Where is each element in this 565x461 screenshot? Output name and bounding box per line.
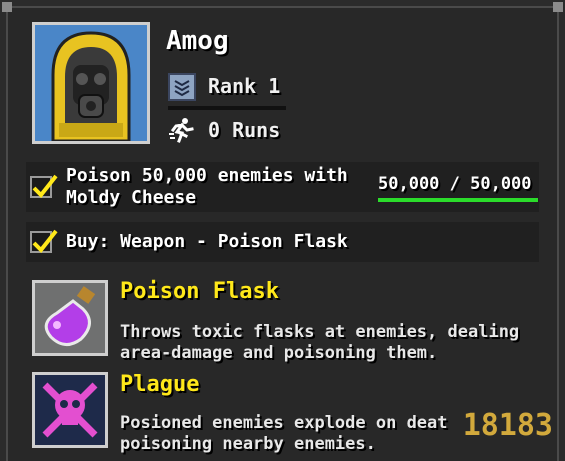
rank-badge-icon (168, 73, 196, 101)
frame-corner-icon (553, 2, 563, 12)
watermark-logo: 18183 (462, 408, 553, 443)
task-progress-bar (378, 198, 538, 202)
running-man-icon (168, 116, 196, 144)
rank-progress-bar (168, 106, 286, 110)
task-progress-fill (378, 198, 538, 202)
unlock-task-row: Buy: Weapon - Poison Flask (26, 222, 539, 262)
frame-corner-icon (2, 2, 12, 12)
runs-count: 0 Runs (208, 118, 281, 142)
poison-flask-icon[interactable] (32, 280, 108, 356)
character-name: Amog (166, 26, 229, 56)
item-title: Plague (120, 372, 200, 397)
character-portrait[interactable] (32, 22, 150, 144)
rank-label: Rank 1 (208, 74, 281, 98)
unlock-task-row: Poison 50,000 enemies with Moldy Cheese … (26, 162, 539, 212)
item-title: Poison Flask (120, 279, 279, 304)
task-description: Poison 50,000 enemies with Moldy Cheese (66, 165, 348, 208)
item-description: Throws toxic flasks at enemies, dealing … (120, 322, 520, 363)
skull-crossbones-icon[interactable] (32, 372, 108, 448)
task-checkbox[interactable] (30, 174, 58, 199)
task-progress-text: 50,000 / 50,000 (378, 174, 532, 194)
task-checkbox[interactable] (30, 229, 58, 254)
task-description: Buy: Weapon - Poison Flask (66, 231, 348, 252)
